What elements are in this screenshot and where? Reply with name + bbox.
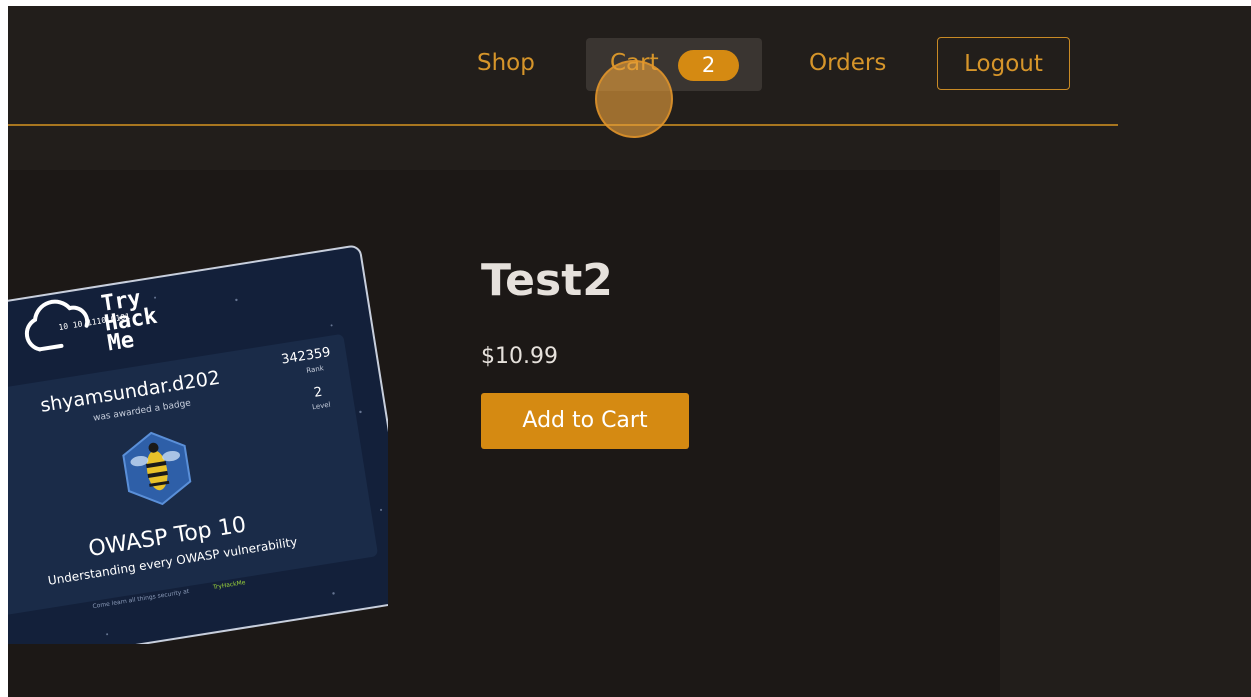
product-detail-panel: 10 10 1110 0101 Try Hack Me shyamsundar.… — [8, 170, 1000, 697]
brand-me: Me — [106, 328, 136, 357]
top-navigation: Shop Cart 2 Orders Logout — [8, 6, 1118, 126]
nav-cart-button[interactable]: Cart 2 — [586, 38, 762, 91]
badge-card-image: 10 10 1110 0101 Try Hack Me shyamsundar.… — [8, 245, 416, 674]
product-price: $10.99 — [481, 344, 558, 369]
product-image: 10 10 1110 0101 Try Hack Me shyamsundar.… — [8, 244, 416, 674]
nav-cart-label: Cart — [610, 50, 659, 76]
nav-shop-link[interactable]: Shop — [477, 50, 535, 76]
page-viewport: Shop Cart 2 Orders Logout 10 10 1110 010… — [8, 6, 1251, 697]
add-to-cart-button[interactable]: Add to Cart — [481, 393, 689, 449]
nav-orders-link[interactable]: Orders — [809, 50, 886, 76]
cart-count-badge: 2 — [678, 50, 739, 81]
product-title: Test2 — [481, 255, 613, 306]
logout-button[interactable]: Logout — [937, 37, 1070, 90]
